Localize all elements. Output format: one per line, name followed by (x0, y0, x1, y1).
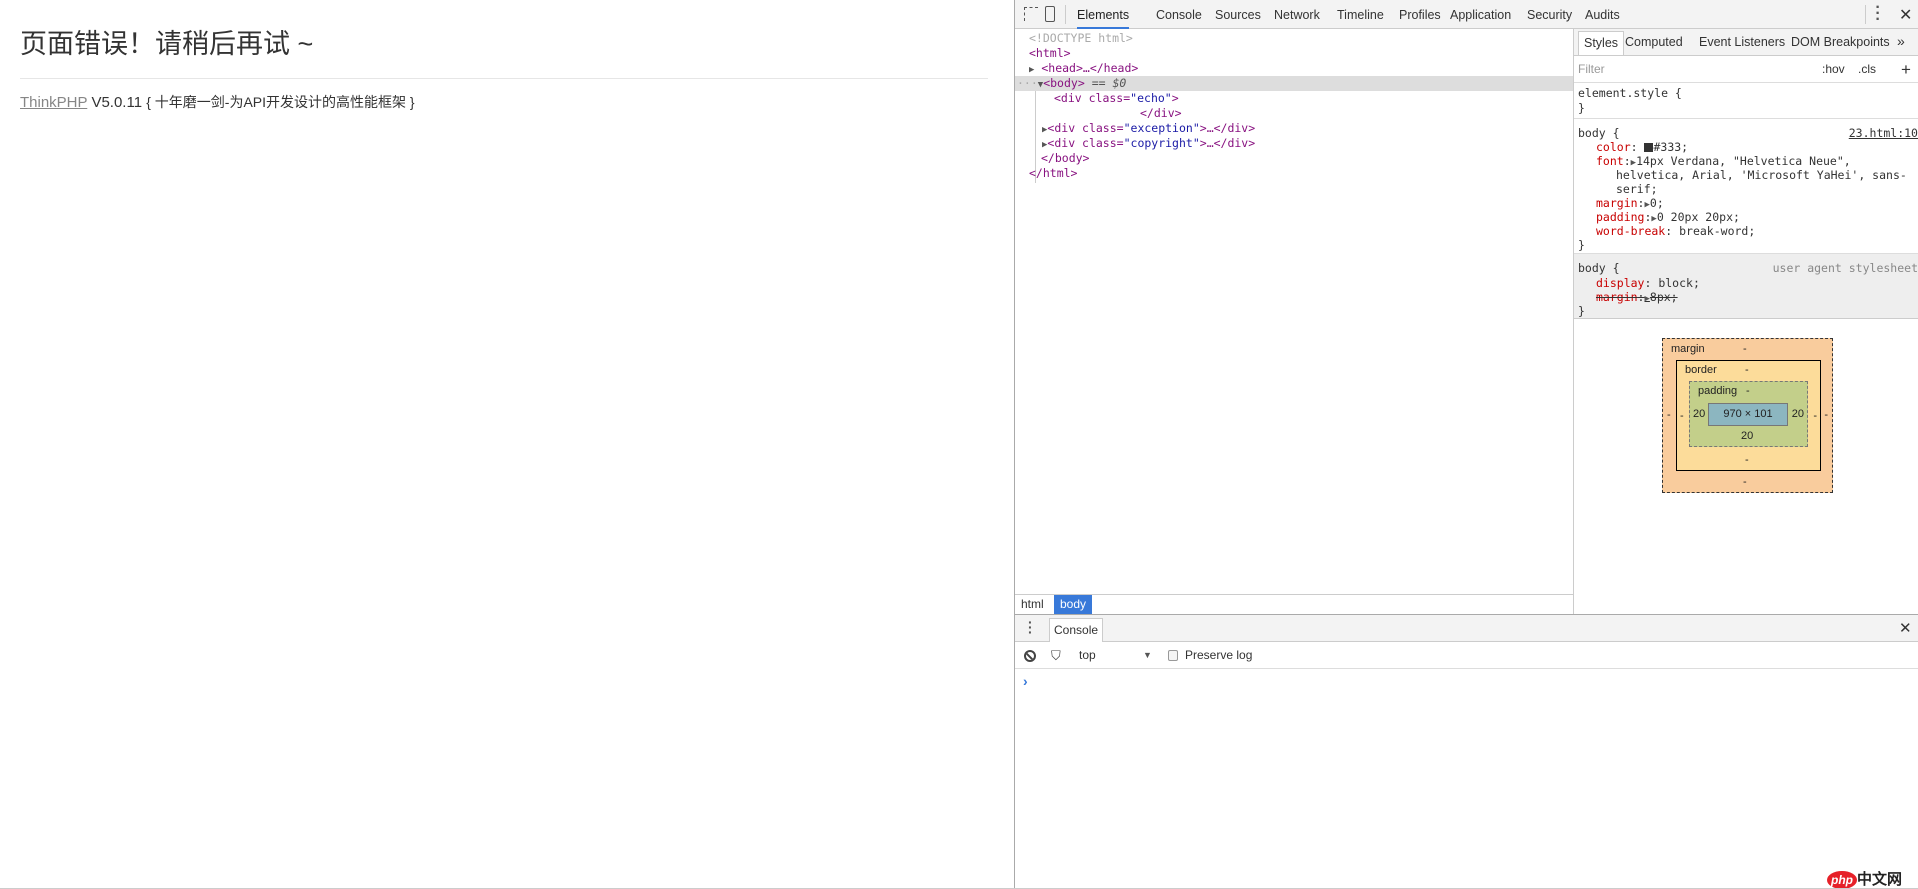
html-close[interactable]: </html> (1029, 166, 1077, 181)
console-input[interactable] (1035, 671, 1915, 691)
tab-computed[interactable]: Computed (1625, 29, 1683, 56)
body-close[interactable]: </body> (1041, 151, 1089, 166)
copyright: ThinkPHP V5.0.11 { 十年磨一剑-为API开发设计的高性能框架 … (20, 92, 415, 112)
box-model-content: 970 × 101 (1708, 403, 1788, 426)
divider (20, 78, 988, 79)
source-link[interactable]: 23.html:10 (1849, 126, 1918, 140)
breadcrumb-body[interactable]: body (1054, 595, 1093, 614)
context-select[interactable]: top (1079, 642, 1096, 669)
tab-audits[interactable]: Audits (1585, 0, 1620, 29)
tab-styles[interactable]: Styles (1578, 31, 1625, 55)
box-model-padding: padding - 20 20 20 970 × 101 (1689, 381, 1808, 447)
overridden-margin-declaration: margin:▶8px; (1596, 290, 1678, 304)
tab-security[interactable]: Security (1527, 0, 1572, 29)
preserve-log-label[interactable]: Preserve log (1185, 642, 1252, 669)
watermark-logo: php 中文网 (1827, 868, 1902, 889)
close-drawer-icon[interactable]: ✕ (1899, 619, 1912, 637)
tab-timeline[interactable]: Timeline (1337, 0, 1384, 29)
exception-div-node[interactable]: ▶<div class="exception">…</div> (1042, 121, 1255, 136)
thinkphp-link[interactable]: ThinkPHP (20, 94, 87, 111)
box-model[interactable]: margin - - - - border - - - - padding - … (1662, 338, 1833, 493)
cls-button[interactable]: .cls (1858, 56, 1876, 83)
doctype-node[interactable]: <!DOCTYPE html> (1029, 31, 1133, 46)
tab-elements[interactable]: Elements (1077, 0, 1130, 29)
filter-input[interactable]: Filter (1578, 56, 1605, 83)
color-declaration[interactable]: color: #333; (1596, 140, 1688, 154)
font-declaration[interactable]: font:▶14px Verdana, "Helvetica Neue", (1596, 154, 1851, 168)
hov-button[interactable]: :hov (1822, 56, 1845, 83)
clear-console-icon[interactable] (1024, 650, 1036, 662)
drawer-toolbar: · · · Console ✕ (1015, 615, 1918, 642)
copyright-div-node[interactable]: ▶<div class="copyright">…</div> (1042, 136, 1255, 151)
slogan: { 十年磨一剑-为API开发设计的高性能框架 } (146, 94, 415, 110)
close-devtools-icon[interactable]: ✕ (1899, 5, 1912, 25)
head-node[interactable]: ▶ <head>…</head> (1029, 61, 1138, 76)
body-node[interactable]: ···▼<body> == $0 (1017, 76, 1126, 91)
more-tabs-icon[interactable]: » (1897, 29, 1905, 56)
echo-div-node[interactable]: <div class="echo"> (1054, 91, 1179, 106)
web-page: 页面错误！请稍后再试 ~ ThinkPHP V5.0.11 { 十年磨一剑-为A… (0, 0, 1014, 889)
dropdown-arrow-icon[interactable]: ▼ (1143, 642, 1152, 669)
add-rule-button[interactable]: + (1901, 56, 1911, 83)
tab-profiles[interactable]: Profiles (1399, 0, 1441, 29)
devtools-toolbar: Elements Console Sources Network Timelin… (1015, 0, 1918, 29)
padding-declaration[interactable]: padding:▶0 20px 20px; (1596, 210, 1740, 224)
page-title: 页面错误！请稍后再试 ~ (20, 29, 314, 59)
console-drawer: · · · Console ✕ ⛉ top ▼ Preserve log › (1015, 614, 1918, 889)
echo-div-close[interactable]: </div> (1140, 106, 1182, 121)
display-declaration: display: block; (1596, 276, 1700, 290)
device-toggle-icon[interactable] (1045, 6, 1055, 22)
separator (1865, 5, 1866, 24)
tab-event-listeners[interactable]: Event Listeners (1699, 29, 1785, 56)
elements-tree: <!DOCTYPE html> <html> ▶ <head>…</head> … (1015, 29, 1573, 594)
tab-console[interactable]: Console (1156, 0, 1202, 29)
more-options-icon[interactable]: · · · (1874, 0, 1882, 28)
console-toolbar: ⛉ top ▼ Preserve log (1015, 642, 1918, 669)
sidebar-tabs: Styles Computed Event Listeners DOM Brea… (1574, 29, 1918, 56)
console-prompt[interactable]: › (1023, 673, 1028, 689)
drawer-tab-console[interactable]: Console (1049, 618, 1104, 642)
devtools: Elements Console Sources Network Timelin… (1014, 0, 1918, 889)
preserve-log-checkbox[interactable] (1168, 650, 1178, 661)
tab-application[interactable]: Application (1450, 0, 1511, 29)
styles-sidebar: Styles Computed Event Listeners DOM Brea… (1573, 29, 1918, 614)
separator (1065, 5, 1066, 24)
breadcrumb-html[interactable]: html (1021, 595, 1044, 614)
html-node[interactable]: <html> (1029, 46, 1071, 61)
tab-sources[interactable]: Sources (1215, 0, 1261, 29)
margin-declaration[interactable]: margin:▶0; (1596, 196, 1664, 210)
version: V5.0.11 (91, 94, 143, 111)
filter-icon[interactable]: ⛉ (1051, 642, 1061, 669)
word-break-declaration[interactable]: word-break: break-word; (1596, 224, 1755, 238)
box-model-border: border - - - - padding - 20 20 20 970 × … (1676, 360, 1821, 471)
filter-bar: Filter :hov .cls + (1574, 56, 1918, 83)
breadcrumb: html body (1015, 594, 1573, 614)
tab-network[interactable]: Network (1274, 0, 1320, 29)
user-agent-rule: body { user agent stylesheet display: bl… (1574, 254, 1918, 319)
element-style-rule: element.style { } (1574, 83, 1918, 119)
inspect-icon[interactable] (1024, 7, 1038, 21)
drawer-menu-icon[interactable]: · · · (1028, 615, 1033, 639)
tab-dom-breakpoints[interactable]: DOM Breakpoints (1791, 29, 1890, 56)
body-style-rule: body { 23.html:10 color: #333; font:▶14p… (1574, 119, 1918, 254)
expand-triangle-icon[interactable]: ▶ (1029, 65, 1034, 75)
